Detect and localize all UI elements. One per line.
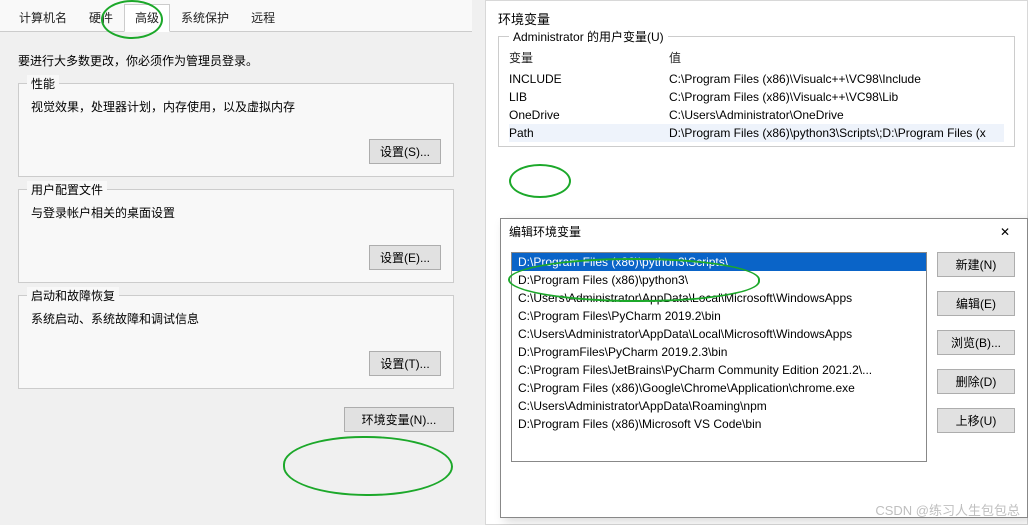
path-item[interactable]: C:\Program Files (x86)\Google\Chrome\App… <box>512 379 926 397</box>
var-name: Path <box>509 126 669 140</box>
edit-dialog-buttons: 新建(N) 编辑(E) 浏览(B)... 删除(D) 上移(U) <box>937 252 1017 462</box>
var-value: C:\Program Files (x86)\Visualc++\VC98\In… <box>669 72 1004 86</box>
col-value[interactable]: 值 <box>669 49 1004 66</box>
advanced-tab-body: 要进行大多数更改，你必须作为管理员登录。 性能 视觉效果，处理器计划，内存使用，… <box>0 32 472 444</box>
tab-system-protection[interactable]: 系统保护 <box>170 4 240 31</box>
path-item[interactable]: C:\Program Files\JetBrains\PyCharm Commu… <box>512 361 926 379</box>
tab-hardware[interactable]: 硬件 <box>78 4 124 31</box>
path-item[interactable]: C:\Program Files\PyCharm 2019.2\bin <box>512 307 926 325</box>
col-variable[interactable]: 变量 <box>509 49 669 66</box>
user-variables-group: Administrator 的用户变量(U) 变量 值 INCLUDE C:\P… <box>498 36 1015 147</box>
performance-group-title: 性能 <box>27 75 59 92</box>
admin-required-text: 要进行大多数更改，你必须作为管理员登录。 <box>18 52 454 69</box>
startup-recovery-desc: 系统启动、系统故障和调试信息 <box>31 310 441 327</box>
close-icon[interactable]: ✕ <box>991 225 1019 239</box>
path-item[interactable]: C:\Users\Administrator\AppData\Local\Mic… <box>512 325 926 343</box>
var-value: D:\Program Files (x86)\python3\Scripts\;… <box>669 126 1004 140</box>
edit-env-variable-dialog: 编辑环境变量 ✕ D:\Program Files (x86)\python3\… <box>500 218 1028 518</box>
watermark-text: CSDN @练习人生包包总 <box>875 500 1020 519</box>
environment-variables-button[interactable]: 环境变量(N)... <box>344 407 454 432</box>
var-value: C:\Users\Administrator\OneDrive <box>669 108 1004 122</box>
var-row-include[interactable]: INCLUDE C:\Program Files (x86)\Visualc++… <box>509 70 1004 88</box>
var-value: C:\Program Files (x86)\Visualc++\VC98\Li… <box>669 90 1004 104</box>
path-item[interactable]: D:\Program Files (x86)\Microsoft VS Code… <box>512 415 926 433</box>
delete-button[interactable]: 删除(D) <box>937 369 1015 394</box>
performance-group: 性能 视觉效果，处理器计划，内存使用，以及虚拟内存 设置(S)... <box>18 83 454 177</box>
browse-button[interactable]: 浏览(B)... <box>937 330 1015 355</box>
var-row-path[interactable]: Path D:\Program Files (x86)\python3\Scri… <box>509 124 1004 142</box>
user-profiles-group: 用户配置文件 与登录帐户相关的桌面设置 设置(E)... <box>18 189 454 283</box>
path-item[interactable]: D:\ProgramFiles\PyCharm 2019.2.3\bin <box>512 343 926 361</box>
path-list[interactable]: D:\Program Files (x86)\python3\Scripts\ … <box>511 252 927 462</box>
var-row-onedrive[interactable]: OneDrive C:\Users\Administrator\OneDrive <box>509 106 1004 124</box>
user-profiles-desc: 与登录帐户相关的桌面设置 <box>31 204 441 221</box>
tab-advanced[interactable]: 高级 <box>124 4 170 32</box>
performance-settings-button[interactable]: 设置(S)... <box>369 139 441 164</box>
var-name: OneDrive <box>509 108 669 122</box>
tab-remote[interactable]: 远程 <box>240 4 286 31</box>
edit-button[interactable]: 编辑(E) <box>937 291 1015 316</box>
edit-dialog-title: 编辑环境变量 <box>509 223 581 240</box>
move-up-button[interactable]: 上移(U) <box>937 408 1015 433</box>
startup-recovery-settings-button[interactable]: 设置(T)... <box>369 351 441 376</box>
startup-recovery-title: 启动和故障恢复 <box>27 287 119 304</box>
var-row-lib[interactable]: LIB C:\Program Files (x86)\Visualc++\VC9… <box>509 88 1004 106</box>
tab-strip: 计算机名 硬件 高级 系统保护 远程 <box>0 0 472 32</box>
var-name: LIB <box>509 90 669 104</box>
user-variables-header: 变量 值 <box>509 45 1004 70</box>
performance-desc: 视觉效果，处理器计划，内存使用，以及虚拟内存 <box>31 98 441 115</box>
startup-recovery-group: 启动和故障恢复 系统启动、系统故障和调试信息 设置(T)... <box>18 295 454 389</box>
user-profiles-title: 用户配置文件 <box>27 181 107 198</box>
var-name: INCLUDE <box>509 72 669 86</box>
tab-computer-name[interactable]: 计算机名 <box>8 4 78 31</box>
path-item[interactable]: C:\Users\Administrator\AppData\Local\Mic… <box>512 289 926 307</box>
system-properties-dialog: 计算机名 硬件 高级 系统保护 远程 要进行大多数更改，你必须作为管理员登录。 … <box>0 0 472 520</box>
path-item-selected[interactable]: D:\Program Files (x86)\python3\Scripts\ <box>512 253 926 271</box>
path-item[interactable]: D:\Program Files (x86)\python3\ <box>512 271 926 289</box>
path-item[interactable]: C:\Users\Administrator\AppData\Roaming\n… <box>512 397 926 415</box>
user-profiles-settings-button[interactable]: 设置(E)... <box>369 245 441 270</box>
new-button[interactable]: 新建(N) <box>937 252 1015 277</box>
user-variables-title: Administrator 的用户变量(U) <box>509 28 668 45</box>
